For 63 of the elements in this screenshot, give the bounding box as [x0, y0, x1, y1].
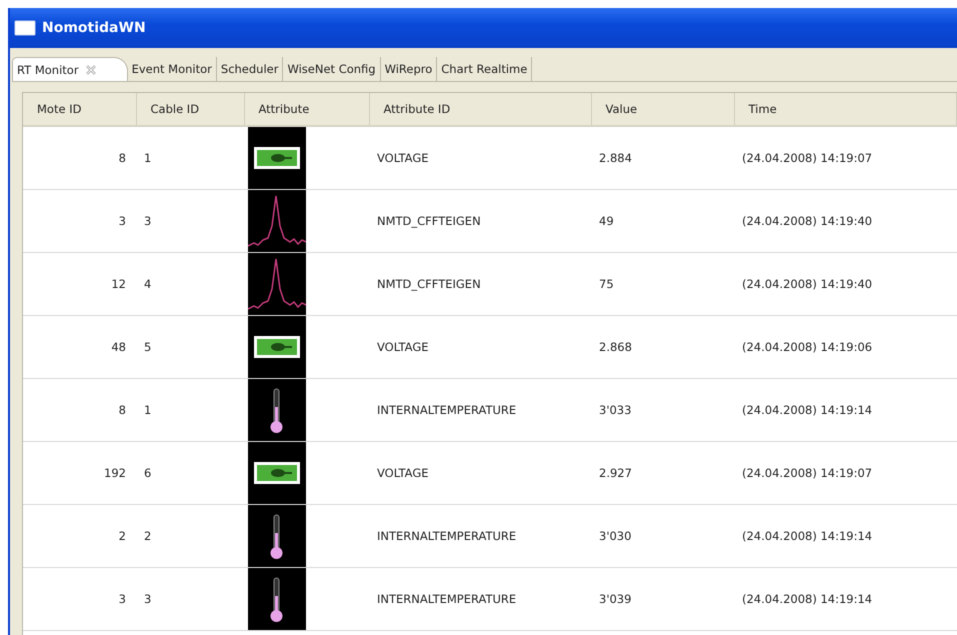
table-cell: NMTD_CFFTEIGEN [377, 214, 481, 228]
battery-icon [248, 442, 306, 504]
column-header[interactable]: Mote ID [23, 93, 136, 126]
table-cell: VOLTAGE [377, 151, 429, 165]
table-cell: 3'030 [599, 529, 632, 543]
table-cell: 49 [599, 214, 614, 228]
table-cell: 1 [144, 403, 152, 417]
column-header[interactable]: Time [734, 93, 956, 126]
spectrum-icon [248, 253, 306, 315]
table-cell: 8 [118, 151, 126, 165]
table-cell: (24.04.2008) 14:19:14 [742, 592, 872, 606]
spectrum-icon [248, 190, 306, 252]
table-cell: 2 [118, 529, 126, 543]
table-cell: 3 [118, 592, 126, 606]
close-icon[interactable] [84, 64, 97, 76]
table-cell: VOLTAGE [377, 466, 429, 480]
thermometer-icon [248, 505, 306, 567]
window-title: NomotidaWN [42, 20, 146, 36]
table-cell: 3 [144, 214, 152, 228]
battery-icon [248, 316, 306, 378]
column-header[interactable]: Cable ID [136, 93, 244, 126]
table-cell: 2.868 [599, 340, 632, 354]
table-cell: 3'039 [599, 592, 632, 606]
table-cell: INTERNALTEMPERATURE [377, 529, 516, 543]
table-cell: VOLTAGE [377, 340, 429, 354]
table-cell: 12 [111, 277, 126, 291]
table-cell: 3 [144, 592, 152, 606]
table-cell: 3'033 [599, 403, 632, 417]
tab[interactable]: Scheduler [216, 57, 284, 81]
table-cell: INTERNALTEMPERATURE [377, 592, 516, 606]
table-cell: 1 [144, 151, 152, 165]
table-cell: 75 [599, 277, 614, 291]
tab[interactable]: RT Monitor [12, 57, 128, 81]
battery-icon [248, 127, 306, 189]
tab[interactable]: Chart Realtime [437, 57, 532, 81]
table-cell: (24.04.2008) 14:19:14 [742, 403, 872, 417]
column-header[interactable]: Attribute [244, 93, 369, 126]
window-icon [14, 20, 36, 36]
table-cell: 8 [118, 403, 126, 417]
thermometer-icon [248, 568, 306, 630]
thermometer-icon [248, 379, 306, 441]
table-cell: 192 [104, 466, 126, 480]
table-cell: INTERNALTEMPERATURE [377, 403, 516, 417]
table-cell: (24.04.2008) 14:19:14 [742, 529, 872, 543]
table-cell: (24.04.2008) 14:19:07 [742, 151, 872, 165]
table-cell: (24.04.2008) 14:19:06 [742, 340, 872, 354]
table-cell: 6 [144, 466, 152, 480]
table-cell: 2.927 [599, 466, 632, 480]
tab[interactable]: WiRepro [380, 57, 438, 81]
table-cell: NMTD_CFFTEIGEN [377, 277, 481, 291]
table-cell: 48 [111, 340, 126, 354]
table-cell: 2.884 [599, 151, 632, 165]
column-header[interactable]: Attribute ID [369, 93, 591, 126]
column-header[interactable]: Value [591, 93, 734, 126]
table-cell: (24.04.2008) 14:19:40 [742, 277, 872, 291]
table-cell: 3 [118, 214, 126, 228]
tab[interactable]: WiseNet Config [283, 57, 381, 81]
table-cell: (24.04.2008) 14:19:07 [742, 466, 872, 480]
table-cell: 2 [144, 529, 152, 543]
table-cell: 4 [144, 277, 152, 291]
table-cell: (24.04.2008) 14:19:40 [742, 214, 872, 228]
tab[interactable]: Event Monitor [128, 57, 217, 81]
table-cell: 5 [144, 340, 152, 354]
